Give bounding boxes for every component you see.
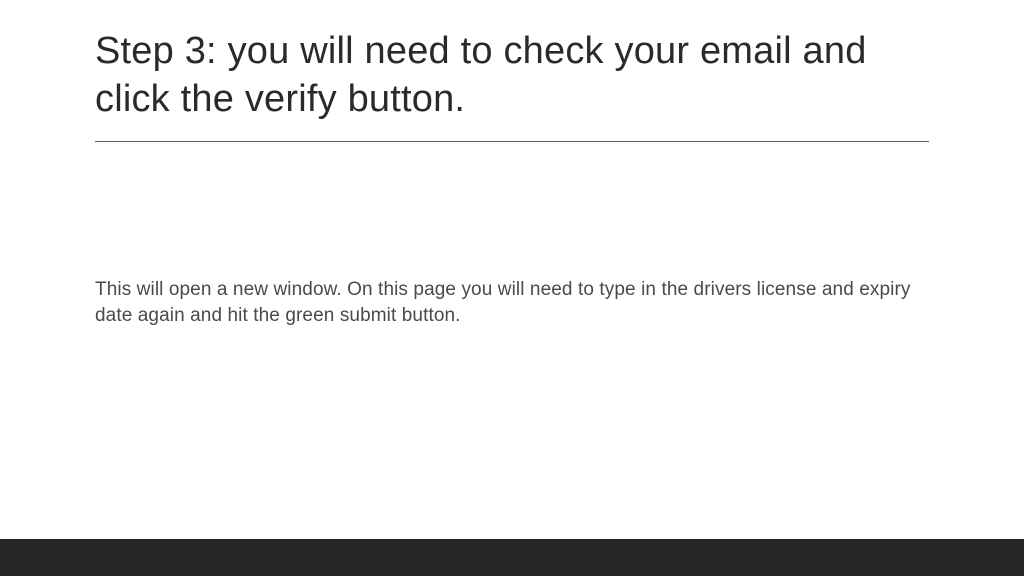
title-divider [95,141,929,142]
footer-bar [0,539,1024,576]
slide-container: Step 3: you will need to check your emai… [0,0,1024,576]
slide-title: Step 3: you will need to check your emai… [95,28,929,123]
slide-body-text: This will open a new window. On this pag… [95,277,929,328]
